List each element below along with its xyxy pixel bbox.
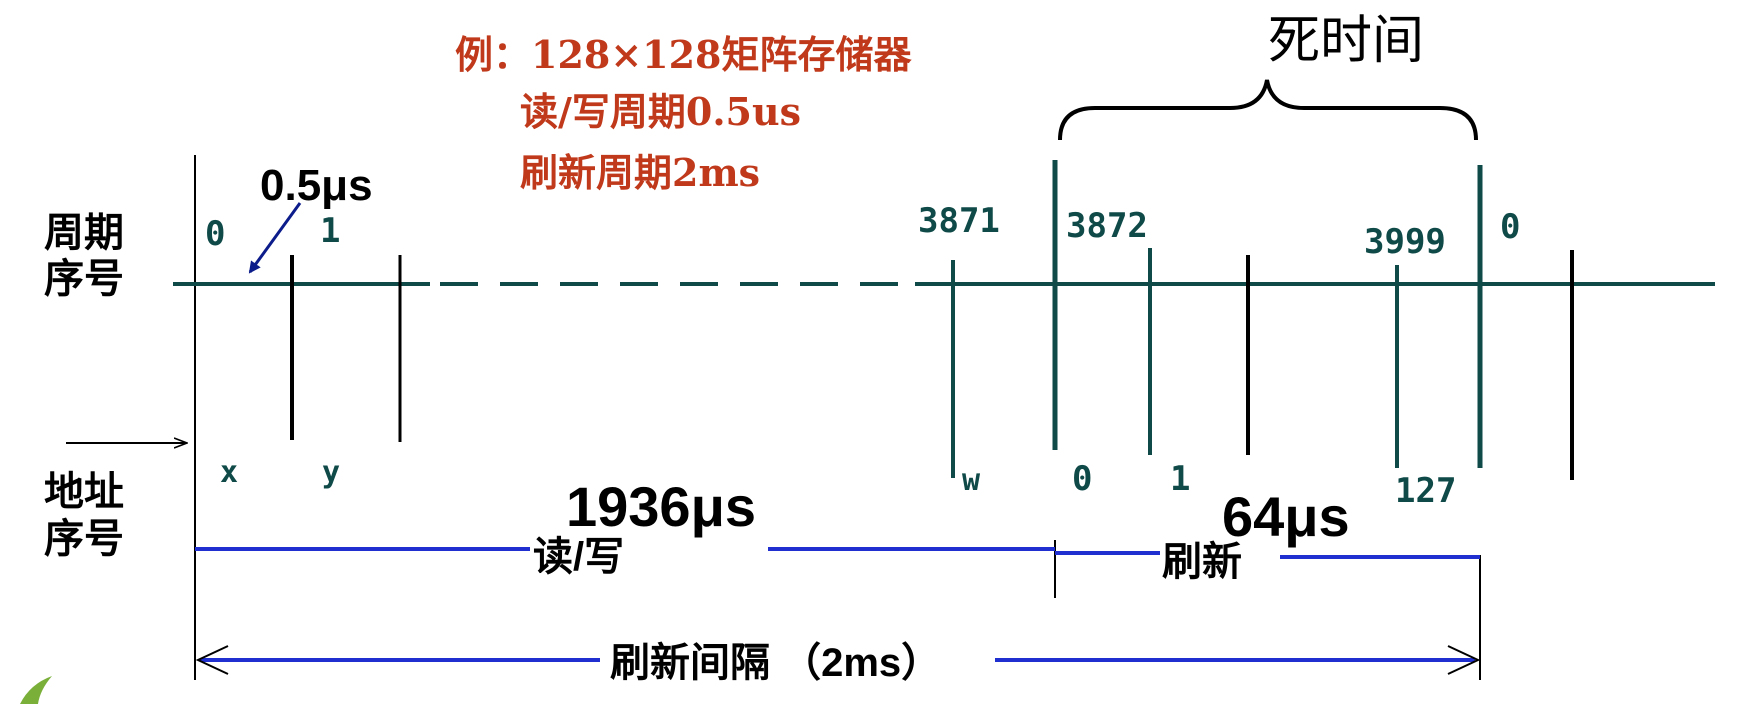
address-label: y [322,455,340,490]
cycle-label-line2: 序号 [44,257,124,301]
refresh-interval-label: 刷新间隔 （2ms） [610,641,941,685]
example-refresh-cycle: 刷新周期2ms [520,150,760,195]
address-label-line1: 地址 [44,470,124,514]
address-label: x [220,455,238,490]
dead-time-brace [1058,79,1478,141]
cycle-number: 3999 [1364,222,1446,262]
cycle-label-line1: 周期 [44,211,124,255]
cycle-number: 0 [205,214,225,254]
decorative-leaf-icon [20,676,52,704]
example-title: 例：128×128矩阵存储器 [455,32,912,77]
address-label: 127 [1395,471,1456,511]
dead-time-label: 死时间 [1268,12,1424,70]
cycle-number: 3871 [918,201,1000,241]
dram-refresh-timing-diagram: 例：128×128矩阵存储器 读/写周期0.5us 刷新周期2ms 死时间 周期… [0,0,1744,704]
rw-duration-callout: 1936μs [566,475,756,538]
cycle-time-callout: 0.5μs [260,161,373,210]
address-label: 1 [1170,459,1190,499]
address-label: 0 [1072,459,1092,499]
refresh-duration-callout: 64μs [1222,485,1350,548]
timing-diagram-canvas: 例：128×128矩阵存储器 读/写周期0.5us 刷新周期2ms 死时间 周期… [20,12,1715,704]
cycle-number: 0 [1500,207,1520,247]
rw-segment-label: 读/写 [533,535,624,579]
cycle-number: 3872 [1066,206,1148,246]
address-label-line2: 序号 [44,517,124,561]
address-label: w [962,463,981,498]
cycle-number: 1 [320,211,340,251]
example-rw-cycle: 读/写周期0.5us [520,89,801,134]
